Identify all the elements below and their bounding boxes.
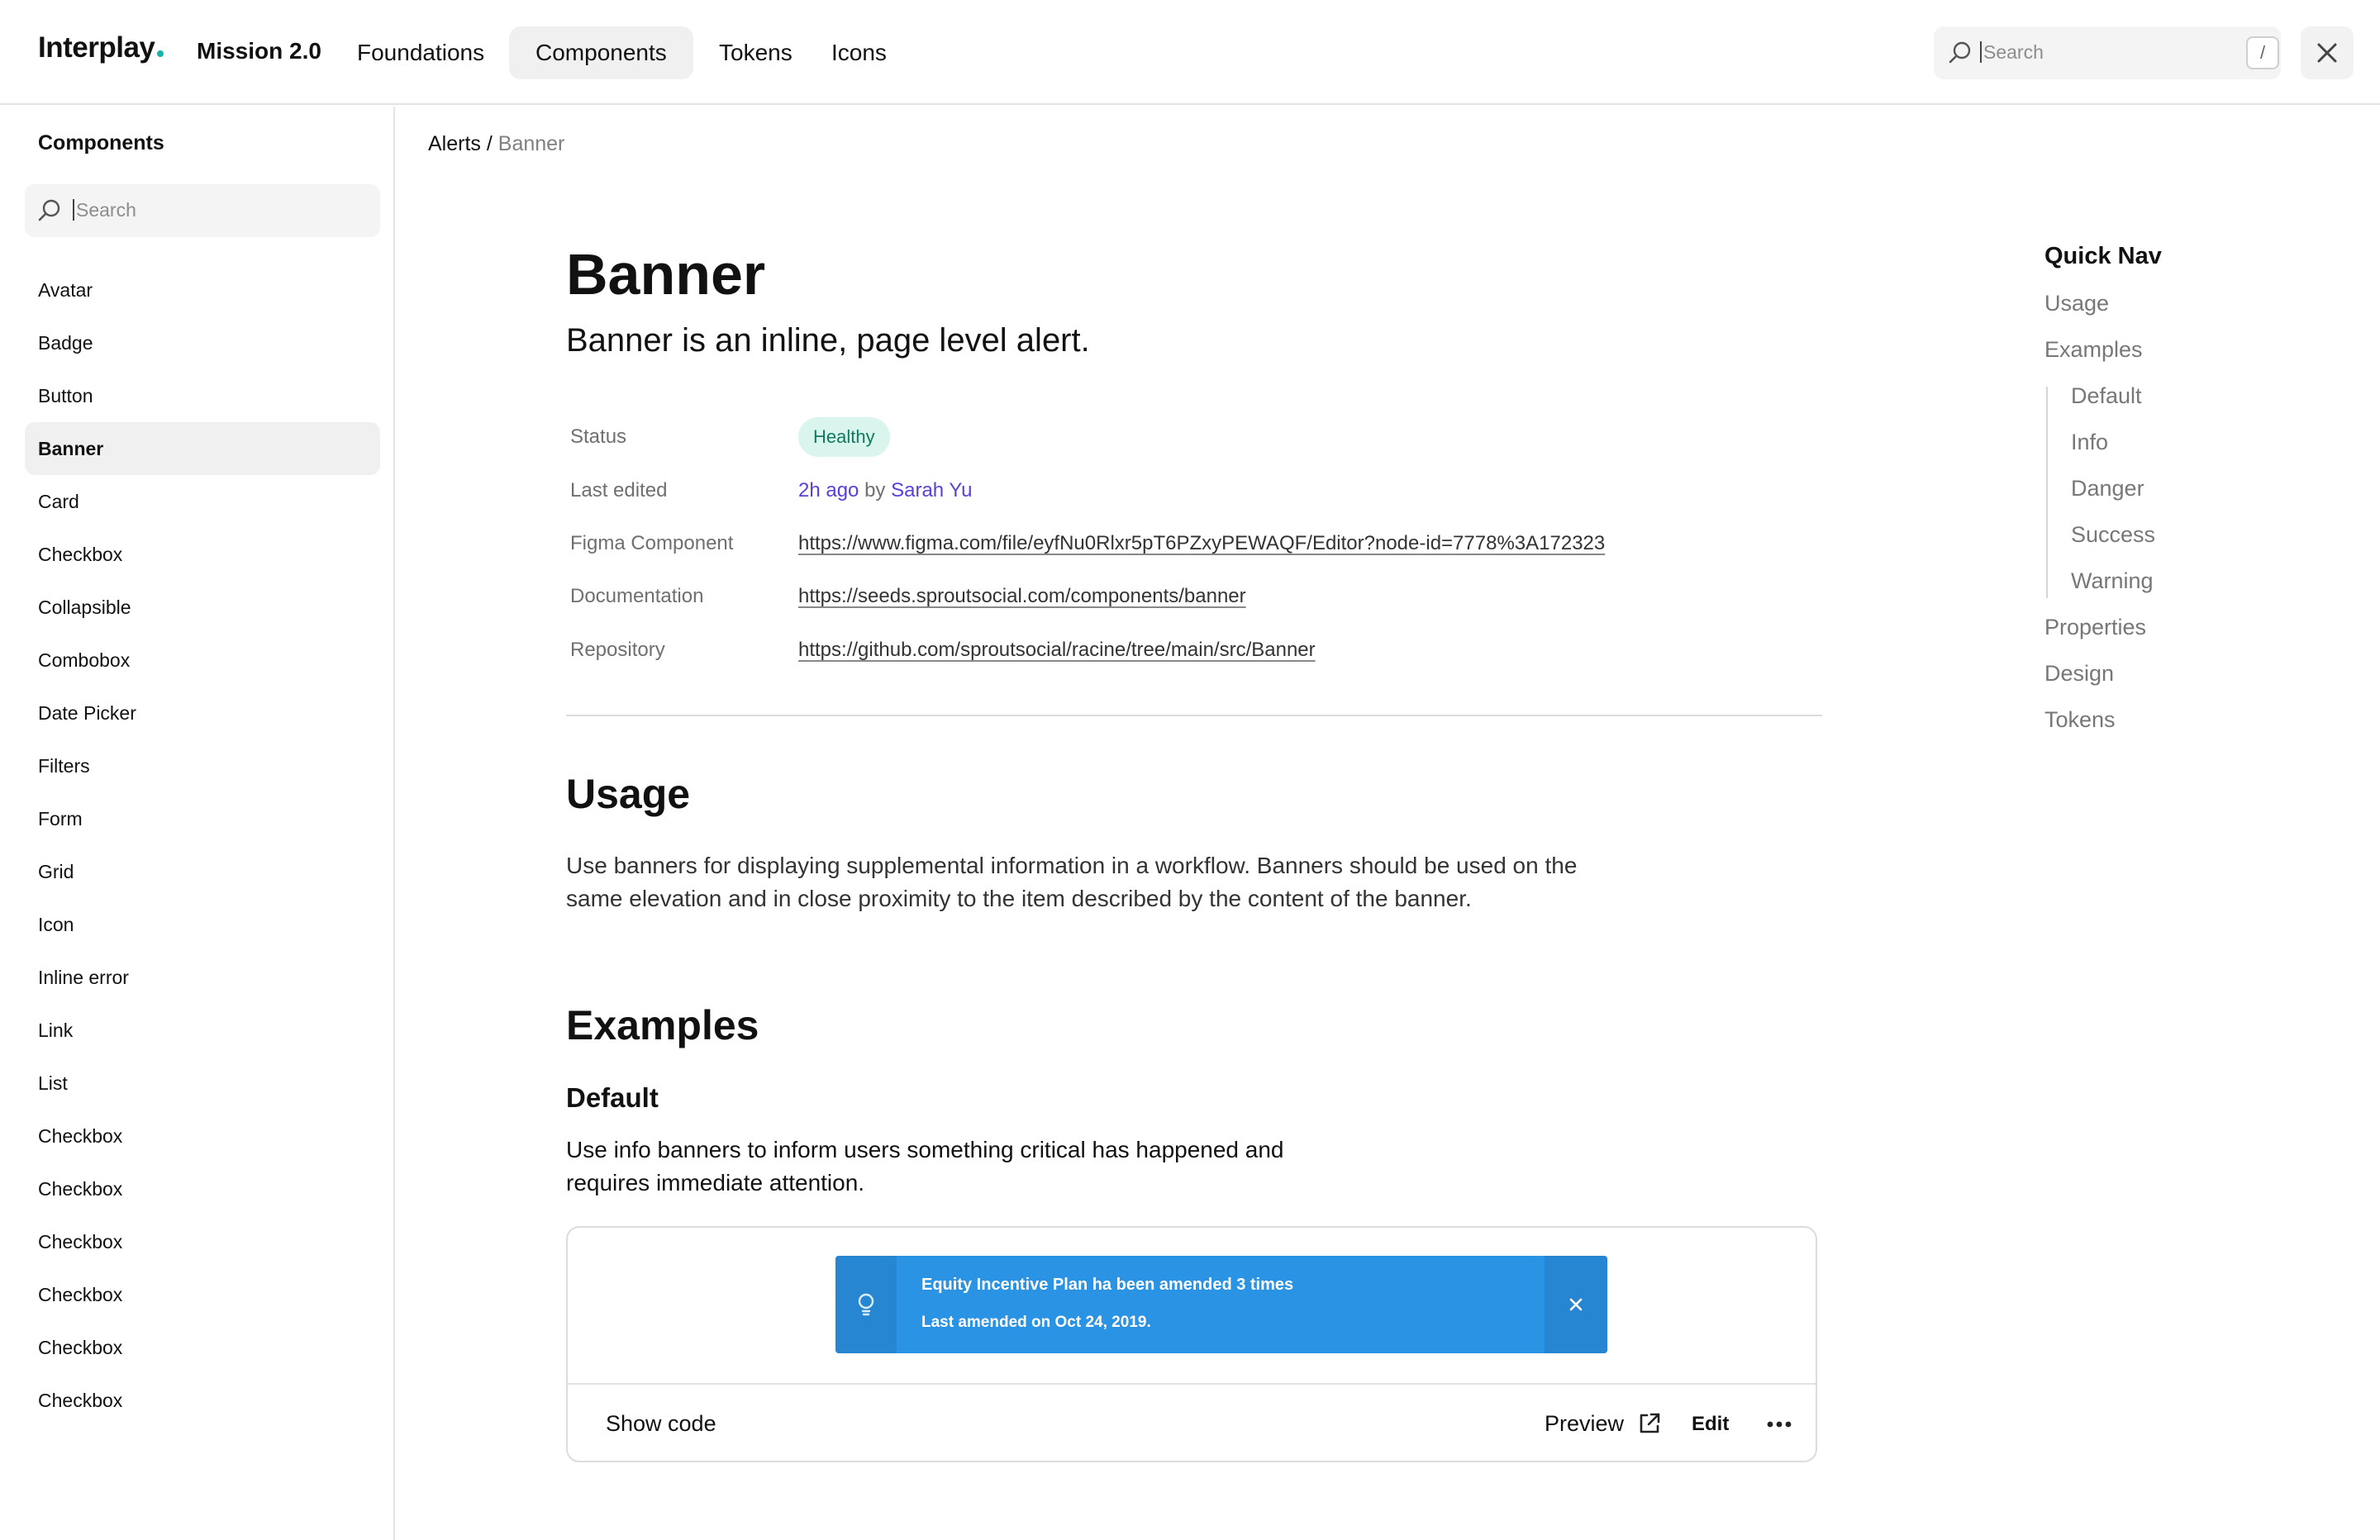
last-edited-by: by [864, 479, 886, 501]
sidebar-item-list[interactable]: List [25, 1057, 380, 1110]
quick-nav-success[interactable]: Success [2071, 522, 2155, 548]
sidebar-item-checkbox-4[interactable]: Checkbox [25, 1215, 380, 1268]
more-icon[interactable] [1763, 1409, 1796, 1439]
show-code-button[interactable]: Show code [606, 1411, 716, 1437]
status-badge: Healthy [798, 417, 890, 457]
quick-nav-usage[interactable]: Usage [2044, 291, 2109, 316]
last-edited-time[interactable]: 2h ago [798, 479, 859, 501]
section-divider [566, 715, 1822, 716]
page-subtitle: Banner is an inline, page level alert. [566, 322, 1090, 359]
quick-nav-warning[interactable]: Warning [2071, 568, 2154, 594]
breadcrumb-parent[interactable]: Alerts [428, 132, 481, 155]
global-search-placeholder: Search [1980, 41, 2044, 63]
last-edited-value: 2h ago by Sarah Yu [798, 479, 972, 502]
card-divider [568, 1383, 1816, 1385]
logo-dot [157, 50, 164, 57]
sidebar-item-grid[interactable]: Grid [25, 845, 380, 898]
sidebar-item-collapsible[interactable]: Collapsible [25, 581, 380, 634]
sidebar-item-form[interactable]: Form [25, 792, 380, 845]
preview-button[interactable]: Preview [1545, 1411, 1624, 1437]
logo-text: Interplay [38, 31, 155, 64]
sidebar-item-card[interactable]: Card [25, 475, 380, 528]
sidebar-item-button[interactable]: Button [25, 369, 380, 422]
lightbulb-icon [858, 1293, 874, 1316]
search-shortcut-key: / [2246, 36, 2279, 69]
banner-icon-box [835, 1256, 897, 1353]
sidebar-item-checkbox[interactable]: Checkbox [25, 528, 380, 581]
figma-component-label: Figma Component [570, 532, 734, 554]
top-navigation-bar: Interplay Mission 2.0 Foundations Compon… [0, 0, 2380, 105]
breadcrumb: Alerts / Banner [428, 132, 564, 156]
banner-close-button[interactable] [1545, 1256, 1607, 1353]
sidebar-item-link[interactable]: Link [25, 1004, 380, 1057]
component-list: Avatar Badge Button Banner Card Checkbox… [25, 264, 380, 1427]
sidebar-item-icon[interactable]: Icon [25, 898, 380, 951]
quick-nav-properties[interactable]: Properties [2044, 615, 2146, 640]
sidebar-search-input[interactable]: Search [25, 184, 380, 237]
usage-text: Use banners for displaying supplemental … [566, 853, 1578, 911]
last-edited-label: Last edited [570, 479, 668, 501]
close-button[interactable] [2301, 26, 2354, 79]
breadcrumb-separator: / [486, 132, 493, 155]
search-icon [38, 199, 60, 221]
sidebar-item-checkbox-6[interactable]: Checkbox [25, 1321, 380, 1374]
quick-nav-default[interactable]: Default [2071, 383, 2142, 409]
quick-nav-subrail [2046, 387, 2048, 598]
global-search-input[interactable]: Search [1934, 26, 2281, 79]
sidebar-item-inline-error[interactable]: Inline error [25, 951, 380, 1004]
sidebar-search-placeholder: Search [73, 199, 136, 221]
example-card: Equity Incentive Plan ha been amended 3 … [566, 1226, 1817, 1462]
tab-icons[interactable]: Icons [805, 26, 913, 79]
close-icon [1569, 1298, 1583, 1311]
sidebar-item-date-picker[interactable]: Date Picker [25, 687, 380, 739]
usage-heading: Usage [566, 771, 691, 817]
quick-nav-danger[interactable]: Danger [2071, 476, 2144, 501]
sidebar-item-checkbox-5[interactable]: Checkbox [25, 1268, 380, 1321]
sidebar-item-avatar[interactable]: Avatar [25, 264, 380, 316]
default-example-heading: Default [566, 1082, 659, 1113]
product-name[interactable]: Mission 2.0 [197, 38, 321, 64]
sidebar: Components Search Avatar Badge Button Ba… [0, 107, 395, 1540]
sidebar-item-banner[interactable]: Banner [25, 422, 380, 475]
tab-tokens[interactable]: Tokens [693, 26, 819, 79]
external-link-icon[interactable] [1637, 1411, 1662, 1436]
sidebar-title: Components [38, 131, 164, 154]
documentation-label: Documentation [570, 585, 704, 607]
banner-subtitle: Last amended on Oct 24, 2019. [921, 1314, 1151, 1331]
sidebar-item-filters[interactable]: Filters [25, 739, 380, 792]
sidebar-item-combobox[interactable]: Combobox [25, 634, 380, 687]
close-icon [2317, 43, 2337, 63]
documentation-link[interactable]: https://seeds.sproutsocial.com/component… [798, 585, 1246, 608]
default-example-text: Use info banners to inform users somethi… [566, 1137, 1284, 1195]
quick-nav-examples[interactable]: Examples [2044, 337, 2143, 363]
sidebar-item-checkbox-7[interactable]: Checkbox [25, 1374, 380, 1427]
edit-button[interactable]: Edit [1692, 1413, 1729, 1436]
figma-component-link[interactable]: https://www.figma.com/file/eyfNu0Rlxr5pT… [798, 532, 1605, 555]
quick-nav-design[interactable]: Design [2044, 661, 2114, 687]
quick-nav-title: Quick Nav [2044, 243, 2162, 269]
last-edited-author[interactable]: Sarah Yu [891, 479, 972, 501]
banner-title: Equity Incentive Plan ha been amended 3 … [921, 1276, 1294, 1294]
examples-heading: Examples [566, 1002, 759, 1048]
quick-nav-tokens[interactable]: Tokens [2044, 707, 2116, 733]
logo[interactable]: Interplay [38, 31, 164, 64]
sidebar-item-badge[interactable]: Badge [25, 316, 380, 369]
tab-foundations[interactable]: Foundations [331, 26, 511, 79]
repository-label: Repository [570, 639, 665, 661]
status-label: Status [570, 425, 627, 448]
breadcrumb-current: Banner [497, 132, 565, 155]
page-title: Banner [566, 242, 766, 307]
repository-link[interactable]: https://github.com/sproutsocial/racine/t… [798, 639, 1316, 662]
tab-components[interactable]: Components [509, 26, 693, 79]
sidebar-item-checkbox-3[interactable]: Checkbox [25, 1162, 380, 1215]
search-icon [1949, 41, 1971, 64]
quick-nav-info[interactable]: Info [2071, 430, 2108, 455]
sidebar-item-checkbox-2[interactable]: Checkbox [25, 1110, 380, 1162]
info-banner: Equity Incentive Plan ha been amended 3 … [835, 1256, 1607, 1353]
